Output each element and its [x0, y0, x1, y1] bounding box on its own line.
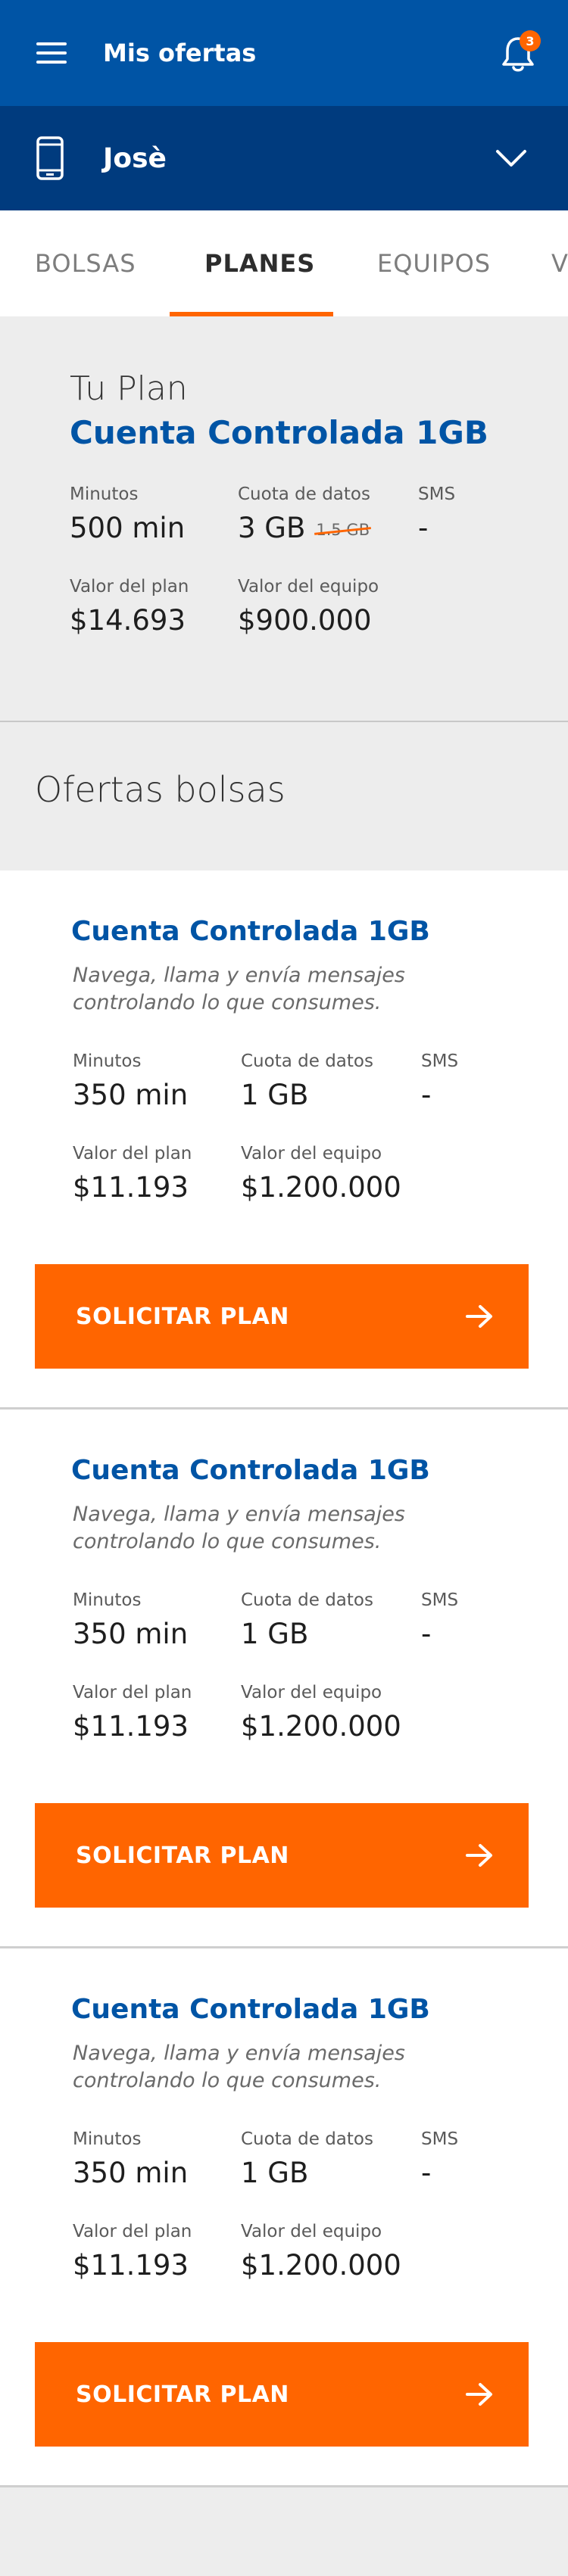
tab-planes[interactable]: PLANES: [204, 210, 315, 316]
tab-bar: BOLSAS PLANES EQUIPOS V: [0, 210, 568, 316]
data-value: 3 GB: [238, 512, 306, 544]
arrow-right-icon: [466, 1305, 492, 1328]
device-price-label: Valor del equipo: [238, 577, 379, 596]
arrow-right-icon: [466, 2383, 492, 2406]
request-plan-label: SOLICITAR PLAN: [76, 1303, 289, 1330]
sms-value: -: [421, 1079, 432, 1111]
device-price-value: $900.000: [238, 604, 372, 637]
plan-price-detail: Valor del plan $14.693: [70, 577, 189, 637]
sms-label: SMS: [421, 1051, 459, 1071]
minutes-value: 350 min: [73, 1618, 189, 1650]
plan-price-value: $11.193: [73, 1710, 189, 1743]
line-name: Josè: [103, 142, 167, 174]
data-label: Cuota de datos: [241, 1590, 373, 1610]
offer-title: Cuenta Controlada 1GB: [71, 916, 430, 947]
data-value: 1 GB: [241, 1618, 309, 1650]
device-price-label: Valor del equipo: [241, 1144, 382, 1163]
sms-detail: SMS -: [418, 484, 455, 544]
device-price-value: $1.200.000: [241, 1171, 401, 1204]
request-plan-label: SOLICITAR PLAN: [76, 2381, 289, 2408]
tab-bolsas[interactable]: BOLSAS: [35, 210, 136, 316]
offer-description: Navega, llama y envía mensajes controlan…: [73, 964, 405, 1014]
minutes-value: 500 min: [70, 512, 186, 544]
minutes-value: 350 min: [73, 1079, 189, 1111]
plan-price-value: $11.193: [73, 2249, 189, 2282]
offer-card: Cuenta Controlada 1GB Navega, llama y en…: [0, 1948, 568, 2487]
plan-price-label: Valor del plan: [70, 577, 189, 596]
minutes-value: 350 min: [73, 2157, 189, 2189]
offer-title: Cuenta Controlada 1GB: [71, 1455, 430, 1486]
minutes-label: Minutos: [73, 2129, 142, 2149]
device-price-value: $1.200.000: [241, 2249, 401, 2282]
data-label: Cuota de datos: [241, 1051, 373, 1071]
sms-value: -: [421, 1618, 432, 1650]
notifications-button[interactable]: 3: [500, 30, 541, 74]
request-plan-button[interactable]: SOLICITAR PLAN: [35, 2342, 529, 2447]
data-label: Cuota de datos: [241, 2129, 373, 2149]
offer-card: Cuenta Controlada 1GB Navega, llama y en…: [0, 1409, 568, 1948]
offer-details: Minutos 350 min Cuota de datos 1 GB SMS - V…: [73, 1590, 568, 1780]
line-selector[interactable]: Josè: [0, 106, 568, 210]
chevron-down-icon[interactable]: [495, 148, 527, 168]
offers-section-title: Ofertas bolsas: [0, 722, 568, 871]
notification-badge: 3: [520, 30, 541, 51]
request-plan-label: SOLICITAR PLAN: [76, 1842, 289, 1869]
data-label: Cuota de datos: [238, 484, 370, 504]
offer-description: Navega, llama y envía mensajes controlan…: [73, 2042, 405, 2092]
plan-price-label: Valor del plan: [73, 1683, 192, 1702]
data-old-value: 1.5 GB: [316, 520, 370, 539]
offer-details: Minutos 350 min Cuota de datos 1 GB SMS - V…: [73, 2129, 568, 2319]
sms-label: SMS: [421, 1590, 459, 1610]
smartphone-icon: [36, 136, 64, 180]
request-plan-button[interactable]: SOLICITAR PLAN: [35, 1264, 529, 1369]
device-price-label: Valor del equipo: [241, 1683, 382, 1702]
device-price-label: Valor del equipo: [241, 2222, 382, 2241]
plan-price-label: Valor del plan: [73, 2222, 192, 2241]
tab-equipos[interactable]: EQUIPOS: [377, 210, 491, 316]
data-detail: Cuota de datos 3 GB 1.5 GB: [238, 484, 370, 544]
device-price-value: $1.200.000: [241, 1710, 401, 1743]
sms-label: SMS: [418, 484, 456, 504]
data-value: 1 GB: [241, 2157, 309, 2189]
hamburger-menu-icon[interactable]: [36, 42, 67, 64]
arrow-right-icon: [466, 1844, 492, 1867]
device-price-detail: Valor del equipo $900.000: [238, 577, 379, 637]
tab-more[interactable]: V: [551, 210, 568, 316]
offer-details: Minutos 350 min Cuota de datos 1 GB SMS - V…: [73, 1051, 568, 1241]
minutes-detail: Minutos 500 min: [70, 484, 185, 544]
request-plan-button[interactable]: SOLICITAR PLAN: [35, 1803, 529, 1908]
current-plan-heading: Tu Plan: [70, 369, 188, 408]
data-value: 1 GB: [241, 1079, 309, 1111]
current-plan-card: Tu Plan Cuenta Controlada 1GB Minutos 50…: [0, 316, 568, 722]
plan-price-value: $14.693: [70, 604, 186, 637]
minutes-label: Minutos: [73, 1051, 142, 1071]
app-bar: Mis ofertas 3: [0, 0, 568, 106]
active-tab-indicator: [170, 312, 333, 316]
sms-value: -: [418, 512, 429, 544]
sms-label: SMS: [421, 2129, 459, 2149]
offer-description: Navega, llama y envía mensajes controlan…: [73, 1503, 405, 1553]
sms-value: -: [421, 2157, 432, 2189]
current-plan-details: Minutos 500 min Cuota de datos 3 GB 1.5 G…: [70, 484, 568, 666]
footer-spacer: [0, 2487, 568, 2576]
offer-card: Cuenta Controlada 1GB Navega, llama y en…: [0, 871, 568, 1409]
current-plan-name: Cuenta Controlada 1GB: [70, 414, 488, 451]
minutes-label: Minutos: [73, 1590, 142, 1610]
plan-price-value: $11.193: [73, 1171, 189, 1204]
minutes-label: Minutos: [70, 484, 139, 504]
offer-title: Cuenta Controlada 1GB: [71, 1994, 430, 2025]
plan-price-label: Valor del plan: [73, 1144, 192, 1163]
page-title: Mis ofertas: [103, 39, 257, 67]
